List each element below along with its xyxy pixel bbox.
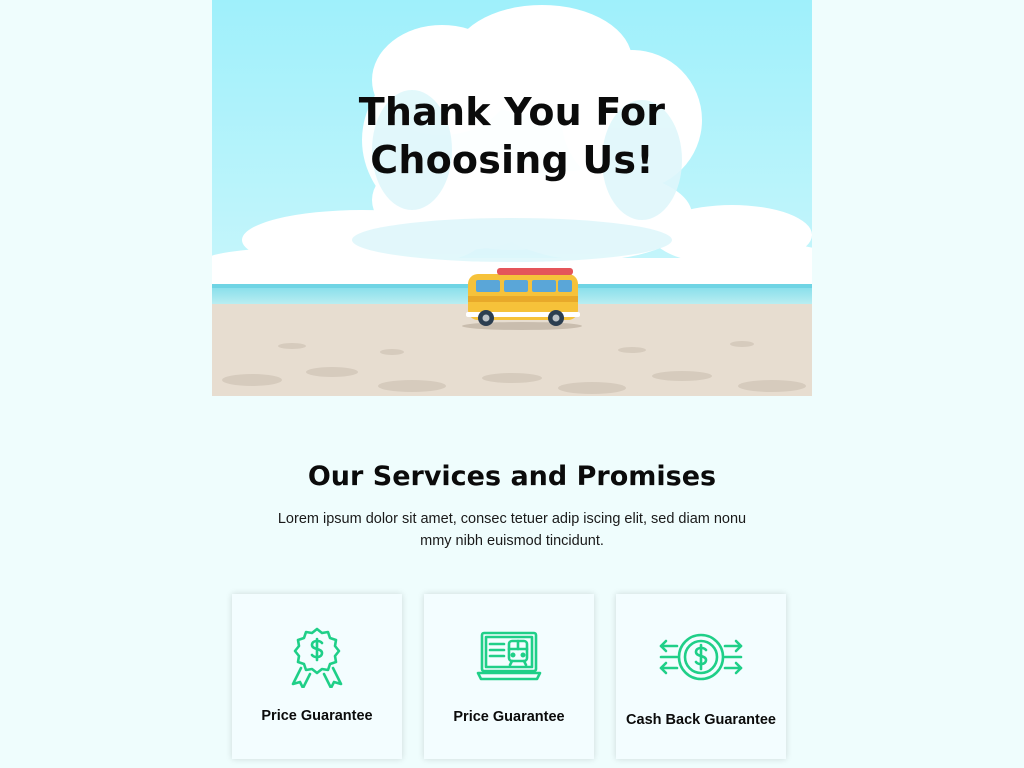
services-heading: Our Services and Promises <box>307 461 717 492</box>
hero-title-line-2: Choosing Us! <box>370 138 654 182</box>
services-description: Lorem ipsum dolor sit amet, consec tetue… <box>277 511 747 549</box>
hero-title: Thank You For Choosing Us! <box>212 88 812 184</box>
email-container: Thank You For Choosing Us! Our Services … <box>212 0 812 768</box>
card-label: Price Guarantee <box>261 708 373 724</box>
beach-van-illustration <box>212 0 812 396</box>
award-badge-dollar-icon <box>232 626 402 693</box>
laptop-train-ticket-icon <box>424 630 594 687</box>
hero-banner: Thank You For Choosing Us! <box>212 0 812 396</box>
service-card-price-guarantee-1: Price Guarantee <box>232 594 402 759</box>
card-label: Price Guarantee <box>453 709 565 725</box>
service-card-price-guarantee-2: Price Guarantee <box>424 594 594 759</box>
service-card-cash-back-guarantee: Cash Back Guarantee <box>616 594 786 759</box>
hero-title-line-1: Thank You For <box>358 90 666 134</box>
card-label: Cash Back Guarantee <box>626 712 776 728</box>
dollar-exchange-arrows-icon <box>616 632 786 687</box>
